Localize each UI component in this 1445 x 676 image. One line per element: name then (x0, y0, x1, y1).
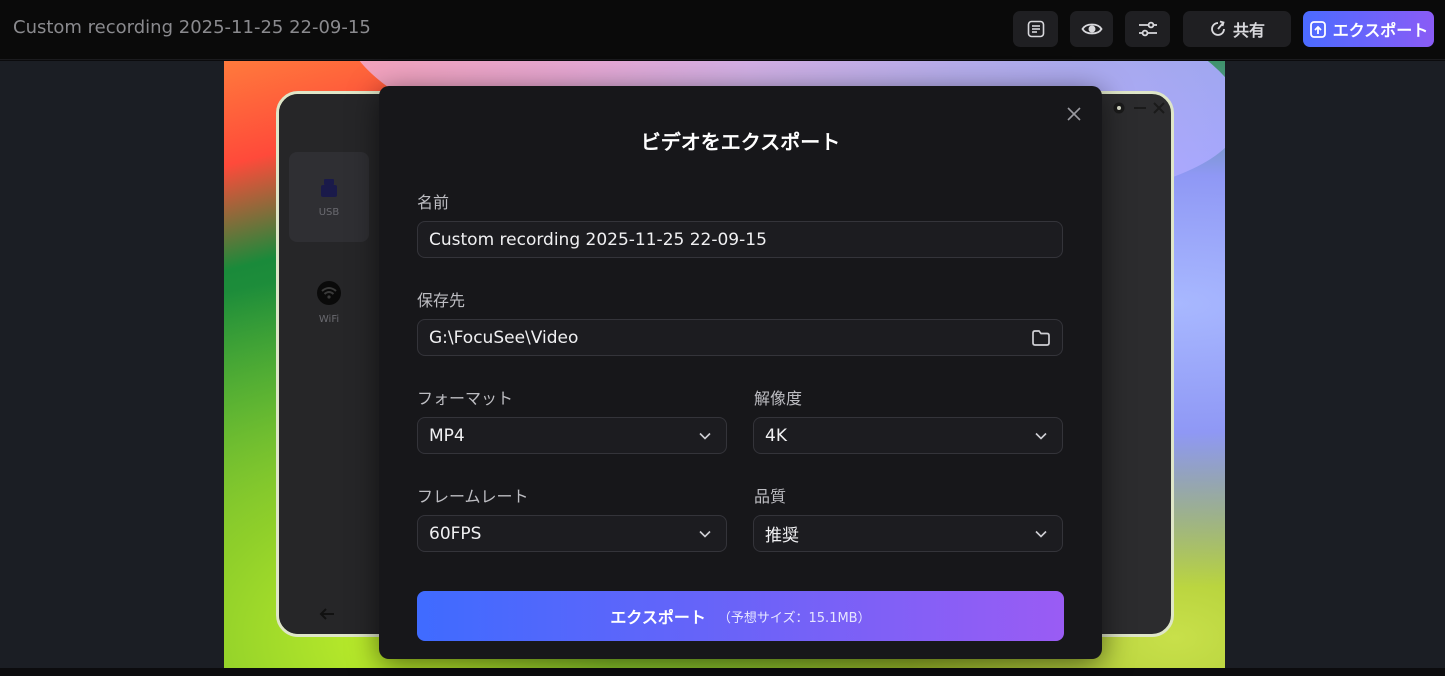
format-value: MP4 (429, 425, 465, 446)
back-arrow-icon (319, 606, 335, 625)
save-location-label: 保存先 (417, 291, 466, 310)
usb-tile: USB (289, 152, 369, 242)
format-label: フォーマット (417, 389, 514, 408)
dialog-title: ビデオをエクスポート (640, 130, 841, 154)
chevron-down-icon (699, 530, 711, 538)
folder-browse-button[interactable] (1031, 329, 1051, 352)
window-title: Custom recording 2025-11-25 22-09-15 (13, 17, 371, 38)
estimated-size: （予想サイズ：15.1MB） (717, 610, 871, 626)
format-select[interactable]: MP4 (417, 417, 727, 454)
resolution-select[interactable]: 4K (753, 417, 1063, 454)
share-label: 共有 (1232, 21, 1265, 40)
share-icon (1211, 20, 1225, 36)
resolution-value: 4K (765, 425, 787, 446)
quality-value: 推奨 (765, 526, 799, 546)
close-window-icon (1153, 102, 1165, 114)
quality-label: 品質 (754, 487, 787, 506)
share-button[interactable]: 共有 (1183, 11, 1291, 47)
wifi-icon (317, 280, 341, 305)
bottom-strip (0, 668, 1445, 676)
device-window-controls (1111, 100, 1165, 116)
list-icon (1027, 20, 1044, 38)
quality-select[interactable]: 推奨 (753, 515, 1063, 552)
gear-icon (1113, 102, 1125, 114)
dialog-close-button[interactable] (1064, 104, 1084, 124)
export-video-dialog: ビデオをエクスポート 名前 Custom recording 2025-11-2… (379, 86, 1102, 659)
eye-icon (1080, 23, 1103, 35)
save-location-value: G:\FocuSee\Video (429, 327, 579, 348)
chevron-down-icon (699, 432, 711, 440)
chevron-down-icon (1035, 432, 1047, 440)
device-sidebar: USB WiFi (279, 94, 379, 634)
framerate-select[interactable]: 60FPS (417, 515, 727, 552)
framerate-value: 60FPS (429, 523, 482, 544)
adjust-button[interactable] (1125, 11, 1170, 47)
usb-icon (321, 178, 337, 197)
close-icon (1067, 107, 1081, 121)
name-input[interactable]: Custom recording 2025-11-25 22-09-15 (417, 221, 1063, 258)
name-label: 名前 (417, 193, 450, 212)
export-button-label: エクスポート (610, 608, 706, 627)
save-location-field[interactable]: G:\FocuSee\Video (417, 319, 1063, 356)
usb-label: USB (318, 206, 340, 218)
chevron-down-icon (1035, 530, 1047, 538)
export-top-label: エクスポート (1332, 21, 1429, 40)
list-button[interactable] (1013, 11, 1058, 47)
top-bar: Custom recording 2025-11-25 22-09-15 共有 … (0, 0, 1445, 60)
preview-button[interactable] (1070, 11, 1113, 47)
framerate-label: フレームレート (417, 487, 529, 506)
wifi-tile: WiFi (289, 262, 369, 342)
minimize-icon (1134, 107, 1146, 109)
export-top-button[interactable]: エクスポート (1303, 11, 1434, 47)
name-value: Custom recording 2025-11-25 22-09-15 (429, 229, 767, 250)
resolution-label: 解像度 (754, 389, 803, 408)
export-button[interactable]: エクスポート （予想サイズ：15.1MB） (417, 591, 1064, 641)
wifi-label: WiFi (318, 313, 340, 325)
export-file-icon (1309, 20, 1326, 38)
sliders-icon (1138, 21, 1157, 37)
folder-icon (1032, 330, 1050, 346)
